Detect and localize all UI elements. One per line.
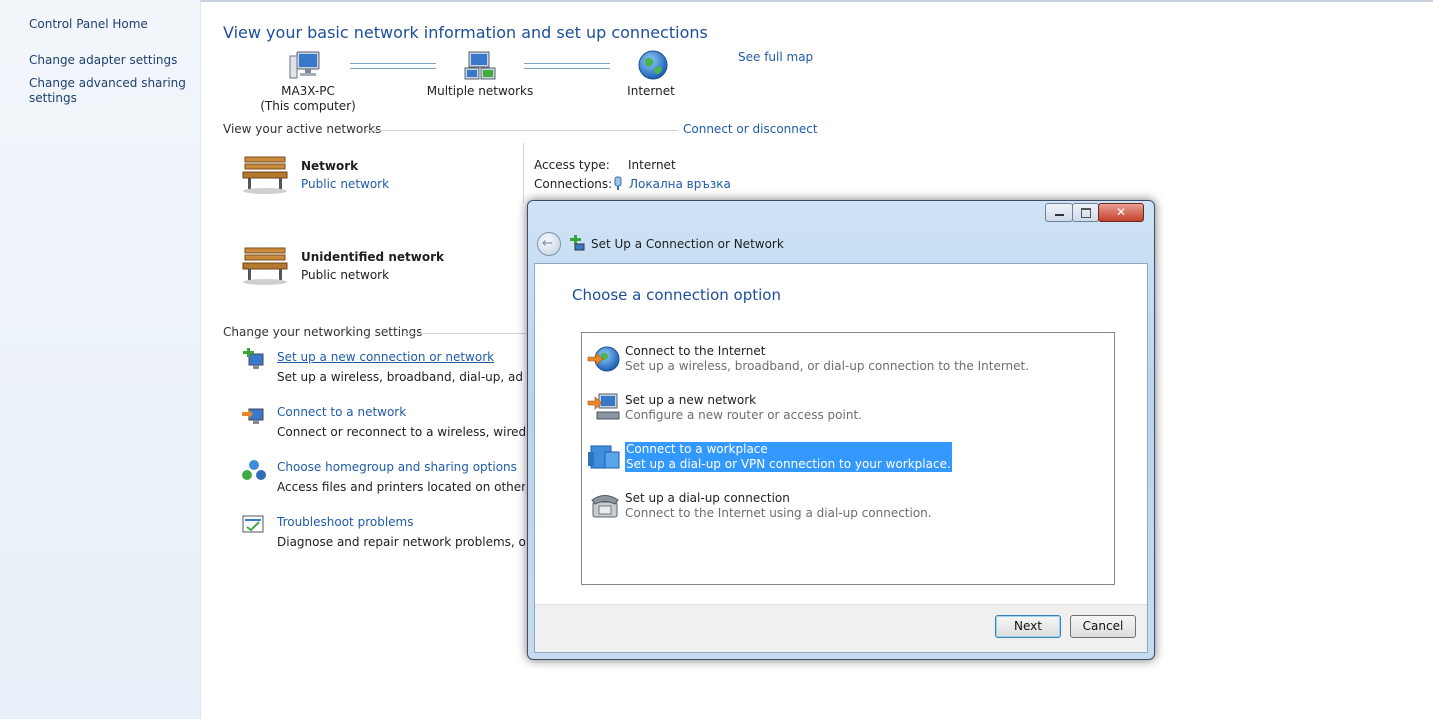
task-connect-network-link[interactable]: Connect to a network [277,405,406,419]
connection-options-list: Connect to the Internet Set up a wireles… [581,332,1115,585]
globe-icon [587,344,621,374]
option-connect-workplace[interactable]: Connect to a workplace Set up a dial-up … [585,439,1109,479]
sidebar-control-panel-home[interactable]: Control Panel Home [29,17,148,32]
minimize-icon [1055,214,1064,216]
connections-value-link[interactable]: Локална връзка [629,177,731,191]
dialog-heading: Choose a connection option [572,286,781,304]
close-icon: ✕ [1115,205,1127,219]
computer-icon [289,50,323,82]
active-networks-divider [366,130,678,131]
map-connector-2 [524,63,610,69]
option-desc: Connect to the Internet using a dial-up … [625,506,932,520]
option-new-network[interactable]: Set up a new network Configure a new rou… [585,390,1109,430]
park-bench-icon [241,244,289,286]
dialog-content: Choose a connection option Connect to th… [534,263,1148,653]
sidebar-change-adapter-settings[interactable]: Change adapter settings [29,53,177,68]
connections-label: Connections: [534,177,613,191]
network-adapter-icon [613,176,623,190]
task-homegroup-desc: Access files and printers located on oth… [277,480,525,494]
close-button[interactable]: ✕ [1098,203,1144,222]
option-desc: Set up a dial-up or VPN connection to yo… [626,457,951,471]
new-connection-icon [241,348,267,372]
park-bench-icon [241,153,289,195]
minimize-button[interactable] [1045,203,1073,222]
sidebar: Control Panel Home Change adapter settin… [0,0,201,719]
map-connector-1 [350,63,436,69]
phone-icon [589,492,621,520]
computer-name: MA3X-PC [281,84,335,98]
maximize-button[interactable] [1072,203,1099,222]
setup-connection-icon [569,235,585,251]
troubleshoot-icon [241,513,267,537]
maximize-icon [1081,208,1091,218]
workplace-icon [587,442,621,472]
page-title: View your basic network information and … [223,23,708,42]
sidebar-change-advanced-sharing[interactable]: Change advanced sharing settings [29,76,186,106]
option-connect-internet[interactable]: Connect to the Internet Set up a wireles… [585,341,1109,381]
internet-label: Internet [627,84,675,98]
multiple-networks-label: Multiple networks [426,84,534,98]
option-dialup[interactable]: Set up a dial-up connection Connect to t… [585,488,1109,528]
option-title: Set up a new network [625,393,757,407]
task-homegroup-link[interactable]: Choose homegroup and sharing options [277,460,517,474]
sidebar-sharing-line2: settings [29,91,77,105]
back-arrow-icon: ← [542,236,553,251]
networks-vertical-divider [523,143,524,203]
back-button[interactable]: ← [537,232,561,256]
computer-node-label: MA3X-PC (This computer) [255,84,361,114]
active-networks-label: View your active networks [223,122,382,136]
task-setup-new-connection-desc: Set up a wireless, broadband, dial-up, a… [277,370,525,384]
task-connect-network-desc: Connect or reconnect to a wireless, wire… [277,425,525,439]
task-troubleshoot-link[interactable]: Troubleshoot problems [277,515,413,529]
option-title: Set up a dial-up connection [625,491,790,505]
option-title: Connect to a workplace [626,442,768,456]
setup-connection-dialog: ✕ ← Set Up a Connection or Network Choos… [527,200,1155,660]
dialog-footer: Next Cancel [535,604,1147,652]
cancel-button[interactable]: Cancel [1070,615,1136,638]
network-2-type: Public network [301,268,390,282]
task-setup-new-connection-link[interactable]: Set up a new connection or network [277,350,494,364]
top-border [200,0,1433,2]
network-1-type-link[interactable]: Public network [301,177,389,191]
connect-or-disconnect-link[interactable]: Connect or disconnect [683,122,818,136]
task-troubleshoot-desc: Diagnose and repair network problems, or… [277,535,525,549]
see-full-map-link[interactable]: See full map [738,50,813,64]
network-1-name: Network [301,159,359,173]
change-settings-label: Change your networking settings [223,325,423,339]
access-type-label: Access type: [534,158,610,172]
connect-network-icon [241,403,267,427]
option-desc: Configure a new router or access point. [625,408,862,422]
change-settings-divider [404,333,526,334]
option-title: Connect to the Internet [625,344,766,358]
multiple-networks-icon [463,50,497,82]
homegroup-icon [241,458,267,482]
internet-globe-icon [637,49,669,81]
computer-sub: (This computer) [260,99,356,113]
dialog-title: Set Up a Connection or Network [591,237,784,251]
router-icon [587,392,621,424]
option-selected-highlight: Connect to a workplace Set up a dial-up … [625,442,952,472]
network-2-name: Unidentified network [301,250,444,264]
access-type-value: Internet [628,158,676,172]
next-button[interactable]: Next [995,615,1061,638]
sidebar-sharing-line1: Change advanced sharing [29,76,186,90]
option-desc: Set up a wireless, broadband, or dial-up… [625,359,1030,373]
